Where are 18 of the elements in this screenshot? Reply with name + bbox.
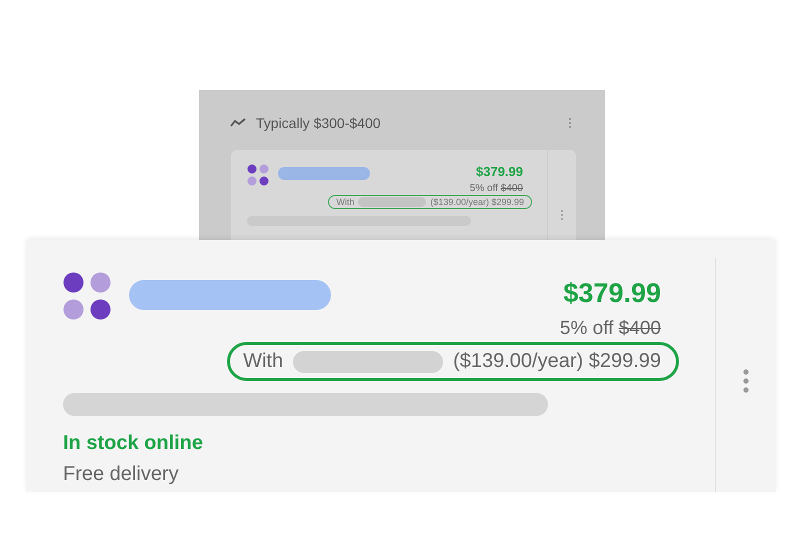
price-range-summary: Typically $300-$400 bbox=[256, 115, 382, 131]
trend-line-icon bbox=[230, 118, 246, 128]
more-options-icon[interactable] bbox=[743, 369, 749, 393]
delivery-text: Free delivery bbox=[63, 463, 180, 486]
store-logo-icon bbox=[247, 164, 269, 186]
price: $379.99 bbox=[563, 278, 661, 309]
price: $379.99 bbox=[476, 164, 523, 179]
more-options-icon[interactable] bbox=[560, 209, 564, 221]
discount-text: 5% off $400 bbox=[470, 183, 523, 194]
membership-price: ($139.00/year) $299.99 bbox=[453, 350, 661, 373]
discount-text: 5% off $400 bbox=[560, 318, 661, 340]
with-label: With bbox=[243, 350, 284, 373]
store-logo-icon bbox=[63, 272, 111, 320]
name-placeholder-bar bbox=[358, 197, 426, 207]
availability-text: In stock online bbox=[63, 432, 204, 455]
more-options-icon[interactable] bbox=[568, 117, 572, 129]
membership-price: ($139.00/year) $299.99 bbox=[430, 197, 524, 207]
with-label: With bbox=[336, 197, 354, 207]
